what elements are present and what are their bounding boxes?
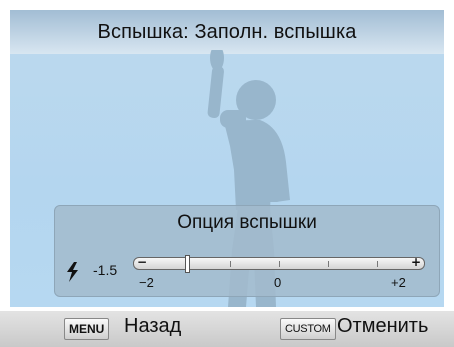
camera-screen: Вспышка: Заполн. вспышка Опция вспышки -…: [0, 0, 454, 347]
page-title: Вспышка: Заполн. вспышка: [97, 20, 357, 43]
title-bar: Вспышка: Заполн. вспышка: [10, 10, 444, 54]
slider-minus-button[interactable]: −: [136, 256, 148, 268]
slider-tick: [279, 261, 280, 267]
flash-icon: [67, 262, 78, 282]
live-view: Вспышка: Заполн. вспышка Опция вспышки -…: [10, 10, 444, 307]
bottom-bar: MENU Назад CUSTOM Отменить: [0, 311, 454, 347]
flash-compensation-slider[interactable]: − +: [133, 255, 425, 273]
slider-tick: [377, 261, 378, 267]
scale-max-label: +2: [391, 275, 406, 290]
custom-key[interactable]: CUSTOM: [280, 318, 336, 340]
slider-thumb[interactable]: [185, 255, 190, 273]
slider-tick: [328, 261, 329, 267]
flash-option-panel: Опция вспышки -1.5 − + −2 0 +2: [54, 205, 440, 297]
panel-title: Опция вспышки: [177, 212, 317, 233]
cancel-label[interactable]: Отменить: [337, 315, 428, 338]
scale-min-label: −2: [139, 275, 154, 290]
menu-key[interactable]: MENU: [64, 318, 110, 340]
flash-value: -1.5: [93, 262, 118, 278]
back-label[interactable]: Назад: [124, 315, 181, 338]
slider-plus-button[interactable]: +: [410, 256, 422, 268]
slider-tick: [230, 261, 231, 267]
scale-mid-label: 0: [274, 275, 282, 290]
